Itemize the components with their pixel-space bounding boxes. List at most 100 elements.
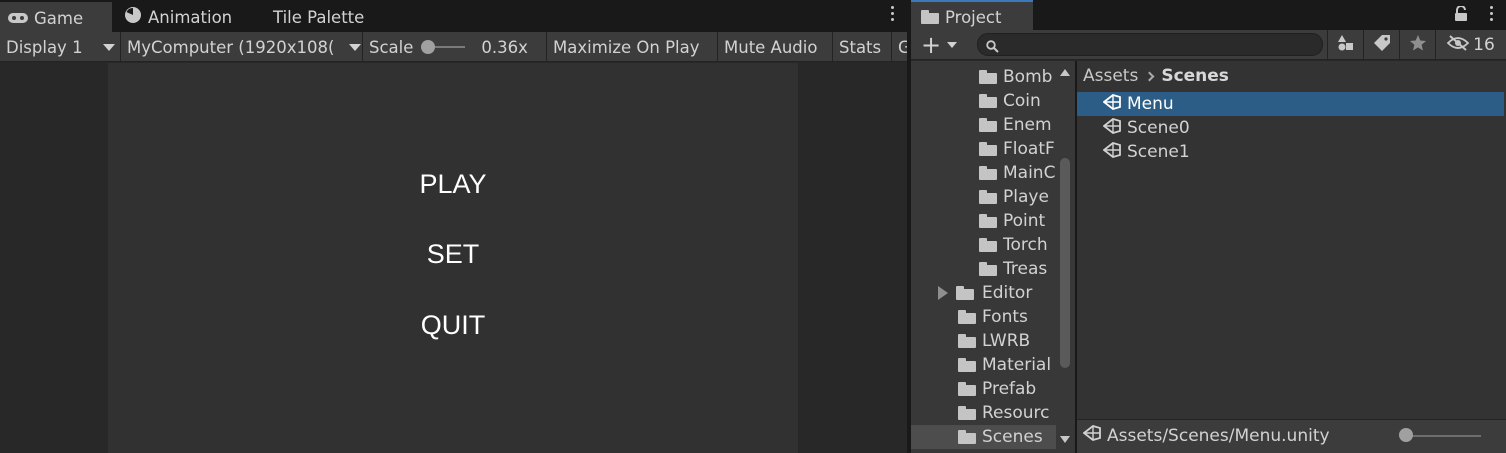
asset-label: Scene1 — [1127, 142, 1190, 162]
tree-item-label: Playe — [1003, 187, 1049, 207]
tree-item-editor[interactable]: Editor — [938, 281, 1032, 305]
clock-icon — [124, 6, 142, 28]
scale-slider[interactable] — [421, 40, 467, 54]
folder-icon — [958, 334, 976, 348]
eye-slash-icon — [1446, 35, 1470, 55]
resolution-dropdown[interactable]: MyComputer (1920x108( — [121, 32, 363, 62]
tab-project[interactable]: Project — [911, 0, 1033, 32]
project-panel: Project + 16 Bomb Coin Enem FloatF MainC… — [911, 0, 1506, 453]
game-view: PLAY SET QUIT — [0, 63, 907, 453]
folder-icon — [979, 142, 997, 156]
breadcrumb-assets[interactable]: Assets — [1083, 66, 1138, 86]
display-dropdown[interactable]: Display 1 — [0, 32, 121, 62]
tree-item-label: Enem — [1003, 115, 1052, 135]
tab-animation-label: Animation — [148, 7, 233, 27]
tree-item-lwrb[interactable]: LWRB — [958, 329, 1030, 353]
tree-item-scenes[interactable]: Scenes — [911, 425, 1056, 449]
selected-asset-path: Assets/Scenes/Menu.unity — [1082, 425, 1330, 446]
set-menu-text[interactable]: SET — [108, 239, 798, 270]
unity-scene-icon — [1102, 93, 1121, 115]
tree-item-treas[interactable]: Treas — [979, 257, 1047, 281]
folder-icon — [979, 190, 997, 204]
mute-audio-toggle[interactable]: Mute Audio — [718, 32, 833, 62]
search-input[interactable] — [977, 33, 1323, 56]
tree-item-point[interactable]: Point — [979, 209, 1045, 233]
tree-scrollbar[interactable] — [1056, 61, 1074, 453]
hidden-packages-button[interactable]: 16 — [1435, 30, 1506, 60]
scale-slider-track[interactable] — [435, 46, 466, 48]
folder-icon — [979, 118, 997, 132]
favorites-button[interactable] — [1399, 30, 1435, 60]
tree-item-label: FloatF — [1003, 139, 1055, 159]
tree-item-label: LWRB — [982, 331, 1031, 351]
search-by-label-button[interactable] — [1363, 30, 1399, 60]
folder-icon — [958, 310, 976, 324]
tree-item-bomb[interactable]: Bomb — [979, 65, 1052, 89]
folder-icon — [958, 358, 976, 372]
gizmos-dropdown[interactable]: G — [892, 32, 907, 62]
gizmos-label: G — [898, 37, 907, 57]
tree-item-mainc[interactable]: MainC — [979, 161, 1055, 185]
tree-item-material[interactable]: Material — [958, 353, 1051, 377]
scroll-down-icon[interactable] — [1060, 436, 1070, 443]
chevron-down-icon — [947, 42, 958, 48]
game-panel: Game Animation Tile Palette Display 1 My… — [0, 0, 907, 453]
game-canvas[interactable]: PLAY SET QUIT — [108, 63, 798, 453]
quit-menu-text[interactable]: QUIT — [108, 310, 798, 341]
unity-scene-icon — [1102, 141, 1121, 163]
icon-size-slider-track[interactable] — [1401, 435, 1481, 437]
tab-game[interactable]: Game — [0, 2, 112, 32]
tab-tile-palette[interactable]: Tile Palette — [265, 2, 364, 32]
breadcrumb: Assets Scenes — [1083, 65, 1229, 87]
tree-item-label: Treas — [1003, 259, 1048, 279]
panel-menu-icon[interactable] — [1490, 6, 1494, 21]
tab-tile-palette-label: Tile Palette — [273, 7, 365, 27]
tree-item-label: Coin — [1003, 91, 1041, 111]
tree-item-label: Scenes — [982, 427, 1043, 447]
lock-icon[interactable] — [1454, 5, 1468, 26]
asset-path-label: Assets/Scenes/Menu.unity — [1107, 425, 1330, 446]
search-icon — [986, 38, 999, 57]
maximize-on-play-toggle[interactable]: Maximize On Play — [547, 32, 718, 62]
shapes-icon — [1337, 34, 1355, 56]
tab-animation[interactable]: Animation — [116, 2, 232, 32]
gamepad-icon — [8, 9, 28, 28]
asset-row-menu[interactable]: Menu — [1077, 92, 1504, 116]
tree-item-prefab[interactable]: Prefab — [958, 377, 1036, 401]
search-by-type-button[interactable] — [1327, 30, 1363, 60]
tab-project-label: Project — [945, 7, 1002, 27]
tree-item-label: MainC — [1003, 163, 1056, 183]
tree-item-playe[interactable]: Playe — [979, 185, 1049, 209]
expand-arrow-icon[interactable] — [938, 286, 948, 300]
scroll-thumb[interactable] — [1060, 158, 1070, 368]
tree-item-resourc[interactable]: Resourc — [958, 401, 1050, 425]
tree-item-label: Point — [1003, 211, 1046, 231]
display-label: Display 1 — [6, 37, 83, 57]
tree-item-coin[interactable]: Coin — [979, 89, 1041, 113]
icon-size-slider-knob[interactable] — [1399, 428, 1413, 442]
folder-icon — [979, 70, 997, 84]
folder-tree[interactable]: Bomb Coin Enem FloatF MainC Playe Point … — [911, 61, 1075, 453]
folder-icon — [979, 238, 997, 252]
add-asset-button[interactable]: + — [917, 31, 963, 59]
asset-label: Scene0 — [1127, 118, 1190, 138]
folder-icon — [956, 286, 974, 300]
tree-item-fonts[interactable]: Fonts — [958, 305, 1028, 329]
play-menu-text[interactable]: PLAY — [108, 169, 798, 200]
tree-item-enem[interactable]: Enem — [979, 113, 1052, 137]
scroll-up-icon[interactable] — [1060, 69, 1070, 76]
tree-item-label: Editor — [982, 283, 1033, 303]
tree-item-torch[interactable]: Torch — [979, 233, 1048, 257]
folder-icon — [921, 10, 939, 24]
stats-label: Stats — [839, 37, 882, 57]
panel-menu-icon[interactable] — [891, 6, 895, 21]
asset-row-scene0[interactable]: Scene0 — [1077, 116, 1504, 140]
unity-scene-icon — [1102, 117, 1121, 139]
unity-scene-icon — [1082, 425, 1101, 446]
tag-icon — [1373, 34, 1391, 56]
tree-item-floatf[interactable]: FloatF — [979, 137, 1055, 161]
stats-toggle[interactable]: Stats — [833, 32, 892, 62]
asset-row-scene1[interactable]: Scene1 — [1077, 140, 1504, 164]
breadcrumb-scenes[interactable]: Scenes — [1161, 66, 1229, 86]
scale-slider-knob[interactable] — [421, 40, 436, 54]
